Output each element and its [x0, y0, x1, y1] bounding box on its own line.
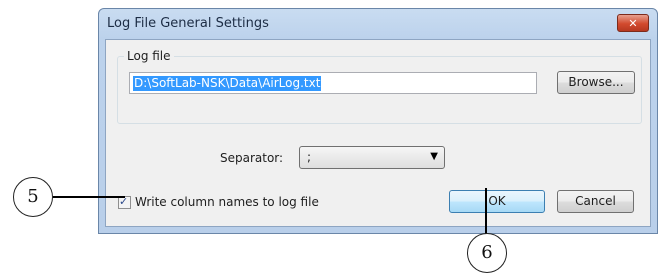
log-file-path-input[interactable]: D:\SoftLab-NSK\Data\AirLog.txt	[129, 72, 537, 94]
separator-selected-value: ;	[307, 150, 312, 164]
title-bar[interactable]: Log File General Settings ✕	[99, 9, 657, 39]
callout-6-leader-line	[485, 188, 487, 235]
callout-5: 5	[13, 177, 53, 217]
log-file-groupbox: Log file D:\SoftLab-NSK\Data\AirLog.txt …	[117, 49, 642, 124]
close-x-icon: ✕	[628, 16, 638, 30]
cancel-button[interactable]: Cancel	[557, 190, 634, 213]
log-file-settings-dialog: Log File General Settings ✕ Log file D:\…	[98, 8, 658, 234]
ok-button[interactable]: OK	[449, 190, 545, 213]
log-file-group-label: Log file	[124, 49, 174, 63]
dialog-body: Log file D:\SoftLab-NSK\Data\AirLog.txt …	[105, 39, 651, 227]
dropdown-arrow-icon: ▼	[430, 151, 438, 162]
callout-5-leader-line	[53, 196, 125, 198]
browse-button[interactable]: Browse...	[557, 71, 635, 94]
write-column-names-label[interactable]: Write column names to log file	[135, 195, 319, 209]
dialog-title: Log File General Settings	[107, 16, 269, 31]
separator-label: Separator:	[220, 151, 284, 165]
callout-6: 6	[467, 233, 507, 273]
close-button[interactable]: ✕	[617, 14, 649, 32]
log-file-path-value: D:\SoftLab-NSK\Data\AirLog.txt	[133, 76, 322, 91]
separator-dropdown[interactable]: ; ▼	[299, 146, 445, 169]
